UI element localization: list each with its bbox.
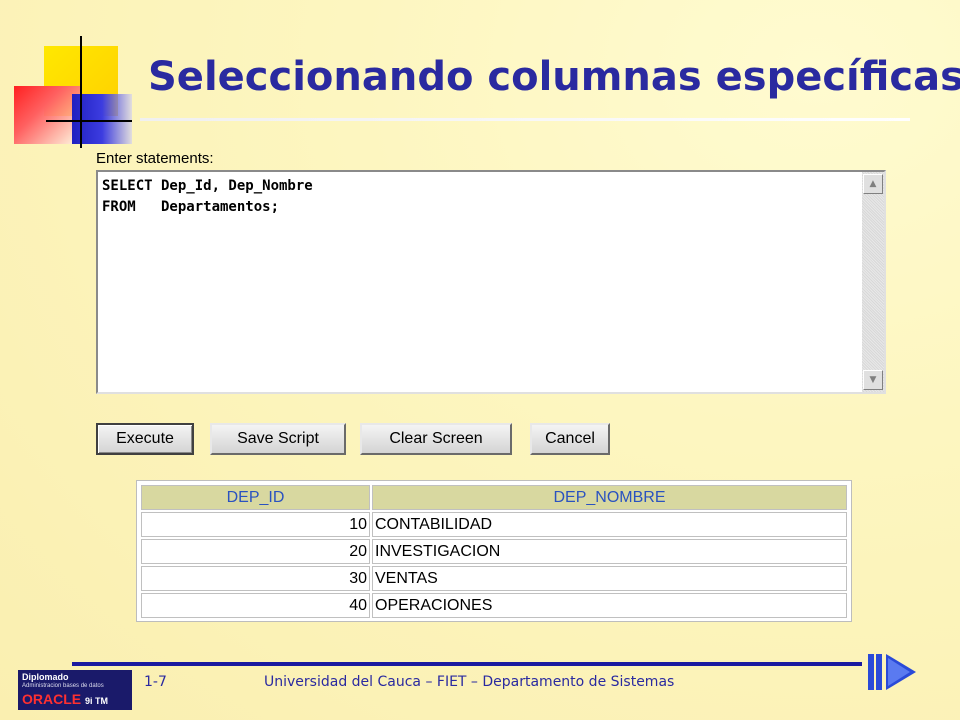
textarea-scrollbar[interactable]: ▲ ▼ (862, 172, 884, 392)
footer-text: Universidad del Cauca – FIET – Departame… (264, 674, 675, 690)
dep-id-cell: 10 (141, 512, 370, 537)
table-row: 10 CONTABILIDAD (140, 511, 848, 538)
column-header-dep-nombre: DEP_NOMBRE (372, 485, 847, 510)
decorative-red-square (14, 86, 80, 144)
dep-id-cell: 30 (141, 566, 370, 591)
clear-screen-button[interactable]: Clear Screen (360, 423, 512, 455)
table-row: 20 INVESTIGACION (140, 538, 848, 565)
save-script-button[interactable]: Save Script (210, 423, 346, 455)
statements-label: Enter statements: (96, 150, 214, 167)
dep-nombre-cell: CONTABILIDAD (372, 512, 847, 537)
dep-id-cell: 40 (141, 593, 370, 618)
logo-line-2: Administracion bases de datos (22, 683, 104, 689)
decorative-horizontal-line (46, 120, 132, 122)
dep-nombre-cell: INVESTIGACION (372, 539, 847, 564)
dep-nombre-cell: VENTAS (372, 566, 847, 591)
statements-textarea[interactable]: SELECT Dep_Id, Dep_Nombre FROM Departame… (96, 170, 886, 394)
scroll-down-icon[interactable]: ▼ (863, 370, 883, 390)
cancel-button[interactable]: Cancel (530, 423, 610, 455)
dep-id-cell: 20 (141, 539, 370, 564)
statements-text[interactable]: SELECT Dep_Id, Dep_Nombre FROM Departame… (102, 176, 313, 218)
title-divider (140, 118, 910, 121)
dep-nombre-cell: OPERACIONES (372, 593, 847, 618)
decorative-vertical-line (80, 36, 82, 148)
table-header-row: DEP_ID DEP_NOMBRE (140, 484, 848, 511)
table-row: 30 VENTAS (140, 565, 848, 592)
results-table: DEP_ID DEP_NOMBRE 10 CONTABILIDAD 20 INV… (136, 480, 852, 622)
diplomado-oracle-logo: Diplomado Administracion bases de datos … (18, 670, 132, 710)
table-row: 40 OPERACIONES (140, 592, 848, 619)
logo-line-1: Diplomado (22, 672, 69, 682)
execute-button[interactable]: Execute (96, 423, 194, 455)
scroll-up-icon[interactable]: ▲ (863, 174, 883, 194)
column-header-dep-id: DEP_ID (141, 485, 370, 510)
slide-title: Seleccionando columnas específicas (148, 54, 960, 100)
footer-divider (72, 662, 862, 666)
page-number: 1-7 (144, 674, 167, 690)
logo-oracle: ORACLE 9i TM (22, 691, 109, 707)
next-slide-icon[interactable] (866, 650, 920, 698)
